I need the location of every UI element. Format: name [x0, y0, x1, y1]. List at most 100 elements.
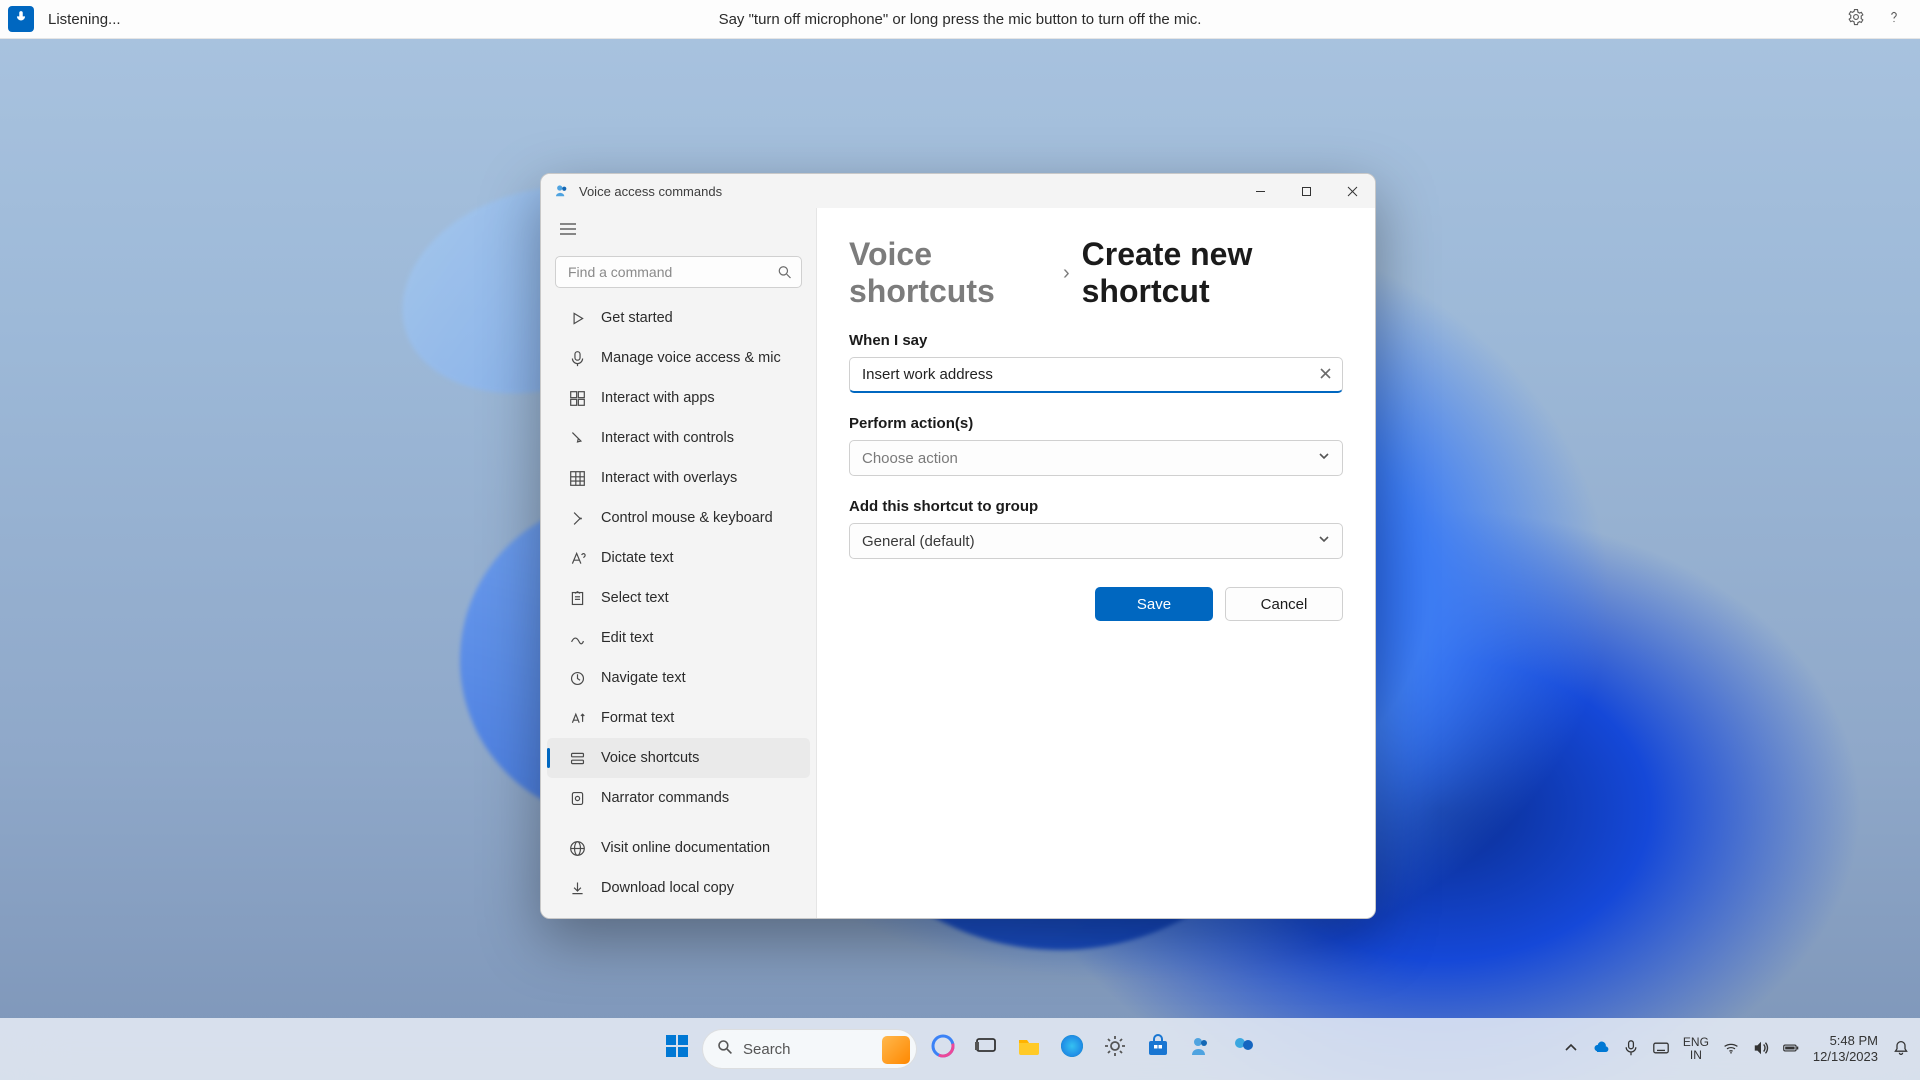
taskbar-app-explorer[interactable]: [1011, 1032, 1046, 1067]
sidebar: Get started Manage voice access & mic Inte…: [541, 208, 817, 918]
breadcrumb: Voice shortcuts › Create new shortcut: [849, 236, 1343, 310]
nav-icon: [567, 628, 587, 648]
bell-icon: [1893, 1040, 1909, 1059]
nav-icon: [567, 708, 587, 728]
sidebar-item-format-text[interactable]: Format text: [547, 698, 810, 738]
sidebar-item-dictate-text[interactable]: Dictate text: [547, 538, 810, 578]
sidebar-item-label: Interact with controls: [601, 430, 734, 446]
nav-icon: [567, 348, 587, 368]
nav-icon: [567, 388, 587, 408]
dropdown-value: Choose action: [862, 450, 958, 467]
sidebar-item-navigate-text[interactable]: Navigate text: [547, 658, 810, 698]
group-dropdown[interactable]: General (default): [849, 523, 1343, 559]
phrase-input[interactable]: [849, 357, 1343, 393]
notifications-button[interactable]: [1892, 1040, 1910, 1058]
sidebar-item-interact-with-apps[interactable]: Interact with apps: [547, 378, 810, 418]
hamburger-icon: [560, 222, 576, 240]
voice-access-commands-window: Voice access commands Get started Manage …: [540, 173, 1376, 919]
taskbar-app-feedback[interactable]: [1226, 1032, 1261, 1067]
sidebar-item-label: Dictate text: [601, 550, 674, 566]
taskbar-app-store[interactable]: [1140, 1032, 1175, 1067]
sidebar-item-edit-text[interactable]: Edit text: [547, 618, 810, 658]
voiceaccess-icon: [1188, 1033, 1214, 1065]
search-icon: [717, 1039, 733, 1060]
sidebar-item-label: Format text: [601, 710, 674, 726]
chevron-up-icon: [1563, 1040, 1579, 1059]
cancel-button[interactable]: Cancel: [1225, 587, 1343, 621]
speaker-icon: [1753, 1040, 1769, 1059]
breadcrumb-current: Create new shortcut: [1082, 236, 1343, 310]
voice-status-text: Listening...: [48, 11, 121, 28]
tray-input-indicator[interactable]: [1653, 1040, 1669, 1059]
taskbar-search-placeholder: Search: [743, 1041, 791, 1058]
nav-toggle-button[interactable]: [549, 214, 587, 248]
sidebar-item-label: Manage voice access & mic: [601, 350, 781, 366]
sidebar-item-interact-with-controls[interactable]: Interact with controls: [547, 418, 810, 458]
app-icon: [553, 182, 571, 200]
taskbar-search[interactable]: Search: [702, 1029, 917, 1069]
sidebar-item-label: Interact with overlays: [601, 470, 737, 486]
nav-icon: [567, 428, 587, 448]
tray-volume[interactable]: [1753, 1040, 1769, 1059]
taskbar-app-copilot[interactable]: [925, 1032, 960, 1067]
help-icon: [1885, 8, 1903, 31]
nav-icon: [567, 468, 587, 488]
sidebar-item-control-mouse-keyboard[interactable]: Control mouse & keyboard: [547, 498, 810, 538]
minimize-button[interactable]: [1237, 174, 1283, 208]
voice-settings-button[interactable]: [1846, 9, 1866, 29]
choose-action-dropdown[interactable]: Choose action: [849, 440, 1343, 476]
voice-access-bar: Listening... Say "turn off microphone" o…: [0, 0, 1920, 39]
taskview-icon: [973, 1033, 999, 1065]
tray-wifi[interactable]: [1723, 1040, 1739, 1059]
start-button[interactable]: [659, 1032, 694, 1067]
microphone-icon: [14, 10, 28, 29]
main-panel: Voice shortcuts › Create new shortcut Wh…: [817, 208, 1375, 918]
sidebar-item-download-local-copy[interactable]: Download local copy: [547, 868, 810, 908]
taskbar-app-settings[interactable]: [1097, 1032, 1132, 1067]
save-button[interactable]: Save: [1095, 587, 1213, 621]
taskbar-app-taskview[interactable]: [968, 1032, 1003, 1067]
nav-icon: [567, 588, 587, 608]
taskbar-app-edge[interactable]: [1054, 1032, 1089, 1067]
tray-onedrive[interactable]: [1593, 1040, 1609, 1059]
clock[interactable]: 5:48 PM 12/13/2023: [1813, 1033, 1878, 1066]
folder-icon: [1016, 1033, 1042, 1065]
close-button[interactable]: [1329, 174, 1375, 208]
clear-input-button[interactable]: [1317, 367, 1333, 383]
sidebar-item-voice-shortcuts[interactable]: Voice shortcuts: [547, 738, 810, 778]
nav-icon: [567, 548, 587, 568]
sidebar-item-label: Narrator commands: [601, 790, 729, 806]
sidebar-item-interact-with-overlays[interactable]: Interact with overlays: [547, 458, 810, 498]
taskbar-app-voiceaccess[interactable]: [1183, 1032, 1218, 1067]
sidebar-item-select-text[interactable]: Select text: [547, 578, 810, 618]
tray-battery[interactable]: [1783, 1040, 1799, 1059]
window-titlebar[interactable]: Voice access commands: [541, 174, 1375, 208]
microphone-toggle-button[interactable]: [8, 6, 34, 32]
sidebar-item-manage-voice-access-mic[interactable]: Manage voice access & mic: [547, 338, 810, 378]
nav-icon: [567, 788, 587, 808]
sidebar-item-get-started[interactable]: Get started: [547, 298, 810, 338]
sidebar-item-narrator-commands[interactable]: Narrator commands: [547, 778, 810, 818]
language-indicator[interactable]: ENG IN: [1683, 1036, 1709, 1062]
breadcrumb-parent[interactable]: Voice shortcuts: [849, 236, 1051, 310]
nav-icon: [567, 748, 587, 768]
voice-hint-text: Say "turn off microphone" or long press …: [719, 11, 1202, 28]
sidebar-item-label: Control mouse & keyboard: [601, 510, 773, 526]
search-highlight-icon: [882, 1036, 910, 1064]
nav-icon: [567, 838, 587, 858]
sidebar-item-label: Voice shortcuts: [601, 750, 699, 766]
tray-microphone[interactable]: [1623, 1040, 1639, 1059]
maximize-button[interactable]: [1283, 174, 1329, 208]
dropdown-value: General (default): [862, 533, 975, 550]
sidebar-item-label: Select text: [601, 590, 669, 606]
sidebar-item-label: Edit text: [601, 630, 653, 646]
sidebar-item-label: Get started: [601, 310, 673, 326]
voice-help-button[interactable]: [1884, 9, 1904, 29]
tray-overflow-button[interactable]: [1563, 1040, 1579, 1059]
sidebar-item-label: Navigate text: [601, 670, 686, 686]
sidebar-item-visit-online-documentation[interactable]: Visit online documentation: [547, 828, 810, 868]
nav-icon: [567, 308, 587, 328]
microphone-icon: [1623, 1040, 1639, 1059]
chevron-down-icon: [1318, 532, 1330, 550]
command-search-input[interactable]: [555, 256, 802, 288]
